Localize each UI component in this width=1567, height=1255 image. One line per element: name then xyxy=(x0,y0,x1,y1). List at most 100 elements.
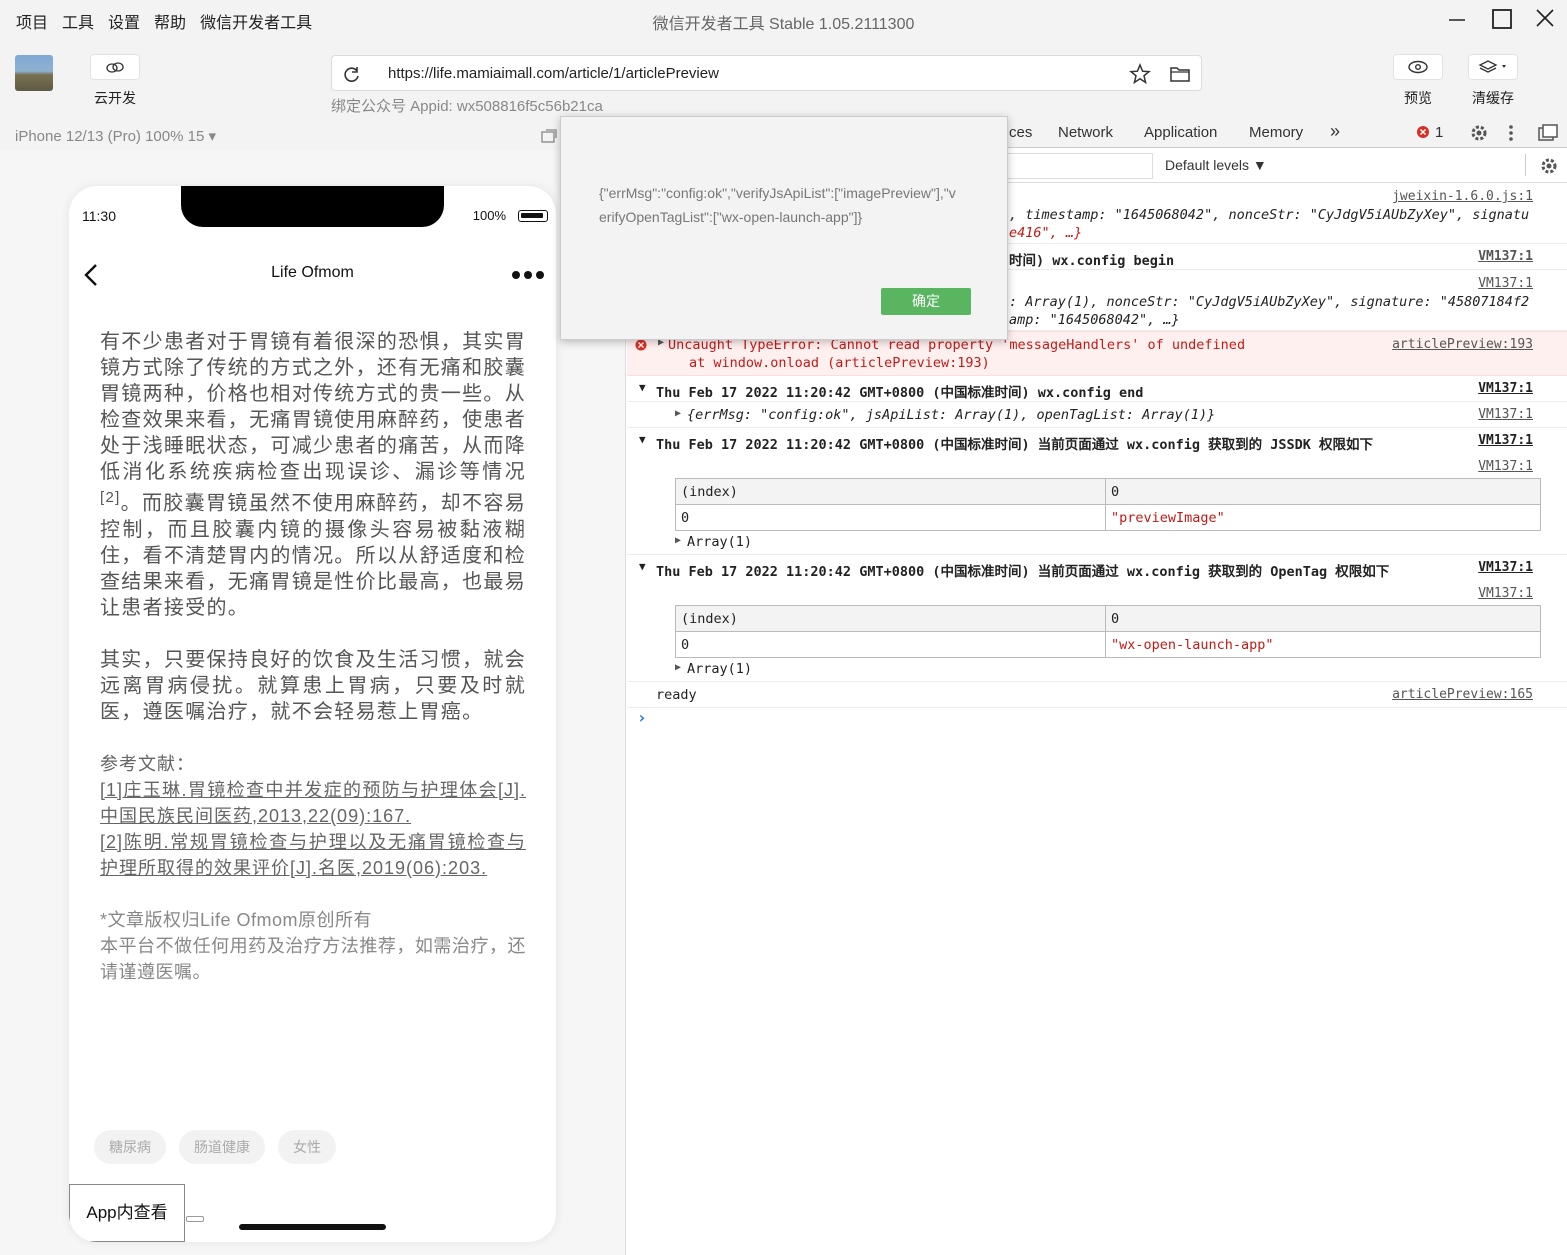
references: 参考文献： [1]庄玉琳.胃镜检查中并发症的预防与护理体会[J].中国民族民间医… xyxy=(100,751,526,881)
status-time: 11:30 xyxy=(82,208,116,224)
log-text: Thu Feb 17 2022 11:20:42 GMT+0800 (中国标准时… xyxy=(656,564,1390,580)
tab-memory[interactable]: Memory xyxy=(1249,124,1303,141)
error-icon xyxy=(1417,126,1429,138)
appid-label: 绑定公众号 Appid: wx508816f5c56b21ca xyxy=(331,98,603,115)
references-title: 参考文献： xyxy=(100,753,195,774)
log-text: ready xyxy=(656,687,697,703)
tab-sources[interactable]: ces xyxy=(1009,124,1032,141)
cloud-icon xyxy=(106,62,124,73)
log-source-link[interactable]: VM137:1 xyxy=(1478,560,1533,575)
tab-network[interactable]: Network xyxy=(1058,124,1113,141)
window-title: 微信开发者工具 Stable 1.05.2111300 xyxy=(652,16,915,33)
collapse-arrow-icon[interactable]: ▼ xyxy=(639,560,646,573)
nav-title: Life Ofmom xyxy=(271,264,354,281)
console-log-entry: ready articlePreview:165 xyxy=(627,682,1567,708)
more-tabs-icon[interactable]: » xyxy=(1330,121,1340,142)
phone-notch xyxy=(181,186,444,227)
expand-arrow-icon[interactable]: ▶ xyxy=(675,662,681,673)
error-icon xyxy=(635,339,647,351)
console-log-entry: ▼ Thu Feb 17 2022 11:20:42 GMT+0800 (中国标… xyxy=(627,555,1567,682)
log-source-link[interactable]: VM137:1 xyxy=(1478,381,1533,396)
reference-1[interactable]: [1]庄玉琳.胃镜检查中并发症的预防与护理体会[J].中国民族民间医药,2013… xyxy=(100,777,526,829)
cloud-dev-label: 云开发 xyxy=(94,90,136,106)
expand-arrow-icon[interactable]: ▶ xyxy=(675,535,681,546)
table-cell: 0 xyxy=(1105,478,1541,505)
url-text[interactable]: https://life.mamiaimall.com/article/1/ar… xyxy=(388,65,719,82)
log-text: e416", …} xyxy=(1009,225,1083,241)
console-filter-input[interactable] xyxy=(1007,153,1153,179)
close-icon[interactable] xyxy=(1531,6,1561,34)
log-text: , timestamp: "1645068042", nonceStr: "Cy… xyxy=(1009,207,1530,223)
console-settings-icon[interactable] xyxy=(1539,156,1559,176)
log-source-link[interactable]: VM137:1 xyxy=(1478,459,1533,474)
folder-icon[interactable] xyxy=(1169,64,1191,84)
dialog-ok-button[interactable]: 确定 xyxy=(881,288,971,315)
preview-button[interactable] xyxy=(1393,54,1443,80)
citation-sup[interactable]: [2] xyxy=(100,489,121,506)
cloud-dev-button[interactable] xyxy=(90,54,140,80)
clear-cache-label: 清缓存 xyxy=(1472,90,1514,106)
log-text: : Array(1), nonceStr: "CyJdgV5iAUbZyXey"… xyxy=(1009,294,1530,310)
tag-list: 糖尿病 肠道健康 女性 xyxy=(94,1130,336,1164)
divider xyxy=(1525,154,1526,176)
kebab-menu-icon[interactable] xyxy=(1507,123,1515,143)
log-source-link[interactable]: VM137:1 xyxy=(1478,433,1533,448)
avatar[interactable] xyxy=(15,55,53,91)
simulator-bar: iPhone 12/13 (Pro) 100% 15 ▾ xyxy=(0,118,626,150)
array-label[interactable]: Array(1) xyxy=(687,661,752,677)
url-bar[interactable]: https://life.mamiaimall.com/article/1/ar… xyxy=(331,55,1202,91)
tag-item[interactable]: 女性 xyxy=(278,1130,336,1164)
log-object: {errMsg: "config:ok", jsApiList: Array(1… xyxy=(687,407,1216,423)
tag-item[interactable]: 肠道健康 xyxy=(179,1130,265,1164)
popout-icon[interactable] xyxy=(540,128,558,144)
table-cell: (index) xyxy=(675,478,1106,505)
eye-icon xyxy=(1408,60,1428,74)
default-levels-select[interactable]: Default levels ▼ xyxy=(1165,157,1267,173)
copyright-text: *文章版权归Life Ofmom原创所有 xyxy=(100,909,373,930)
layers-icon xyxy=(1478,60,1506,73)
console-log-entry: ▶ {errMsg: "config:ok", jsApiList: Array… xyxy=(627,402,1567,428)
table-cell: 0 xyxy=(675,504,1106,531)
dock-icon[interactable] xyxy=(1537,123,1559,143)
star-icon[interactable] xyxy=(1129,63,1151,85)
table-cell: 0 xyxy=(675,631,1106,658)
error-stack: at window.onload (articlePreview:193) xyxy=(689,355,990,371)
more-icon[interactable] xyxy=(512,271,544,279)
collapse-arrow-icon[interactable]: ▼ xyxy=(639,433,646,446)
settings-gear-icon[interactable] xyxy=(1469,123,1489,143)
collapse-arrow-icon[interactable]: ▼ xyxy=(639,381,646,394)
open-in-app-button[interactable]: App内查看 xyxy=(69,1184,185,1242)
maximize-icon[interactable] xyxy=(1487,6,1517,34)
console-prompt-icon[interactable]: › xyxy=(637,708,647,727)
array-label[interactable]: Array(1) xyxy=(687,534,752,550)
config-dialog: {"errMsg":"config:ok","verifyJsApiList":… xyxy=(560,116,1008,340)
article-body: 有不少患者对于胃镜有着很深的恐惧，其实胃镜方式除了传统的方式之外，还有无痛和胶囊… xyxy=(100,329,526,985)
console-table: (index) 0 0 "previewImage" xyxy=(675,478,1541,531)
log-source-link[interactable]: articlePreview:165 xyxy=(1392,687,1533,702)
log-text: 时间) wx.config begin xyxy=(1009,253,1175,269)
expand-arrow-icon[interactable]: ▶ xyxy=(675,408,681,419)
console-log-entry: ▼ Thu Feb 17 2022 11:20:42 GMT+0800 (中国标… xyxy=(627,376,1567,402)
console-log-entry: ▼ Thu Feb 17 2022 11:20:42 GMT+0800 (中国标… xyxy=(627,428,1567,555)
console-table: (index) 0 0 "wx-open-launch-app" xyxy=(675,605,1541,658)
battery-percent: 100% xyxy=(472,208,506,223)
minimize-icon[interactable] xyxy=(1443,6,1473,34)
log-source-link[interactable]: VM137:1 xyxy=(1478,276,1533,291)
table-cell: "previewImage" xyxy=(1105,504,1541,531)
log-source-link[interactable]: VM137:1 xyxy=(1478,586,1533,601)
device-selector[interactable]: iPhone 12/13 (Pro) 100% 15 ▾ xyxy=(15,127,216,145)
article-paragraph-1: 有不少患者对于胃镜有着很深的恐惧，其实胃镜方式除了传统的方式之外，还有无痛和胶囊… xyxy=(100,331,526,619)
battery-icon xyxy=(518,210,548,222)
error-count[interactable]: 1 xyxy=(1435,124,1443,141)
log-source-link[interactable]: articlePreview:193 xyxy=(1392,337,1533,352)
reference-2[interactable]: [2]陈明.常规胃镜检查与护理以及无痛胃镜检查与护理所取得的效果评价[J].名医… xyxy=(100,829,526,881)
disclaimer-text: 本平台不做任何用药及治疗方法推荐，如需治疗，还请谨遵医嘱。 xyxy=(100,935,526,982)
clear-cache-button[interactable] xyxy=(1468,54,1518,80)
small-toggle[interactable] xyxy=(186,1216,204,1222)
refresh-icon[interactable] xyxy=(342,64,362,84)
tag-item[interactable]: 糖尿病 xyxy=(94,1130,166,1164)
log-source-link[interactable]: jweixin-1.6.0.js:1 xyxy=(1392,189,1533,204)
log-source-link[interactable]: VM137:1 xyxy=(1478,249,1533,264)
tab-application[interactable]: Application xyxy=(1144,124,1217,141)
log-source-link[interactable]: VM137:1 xyxy=(1478,407,1533,422)
